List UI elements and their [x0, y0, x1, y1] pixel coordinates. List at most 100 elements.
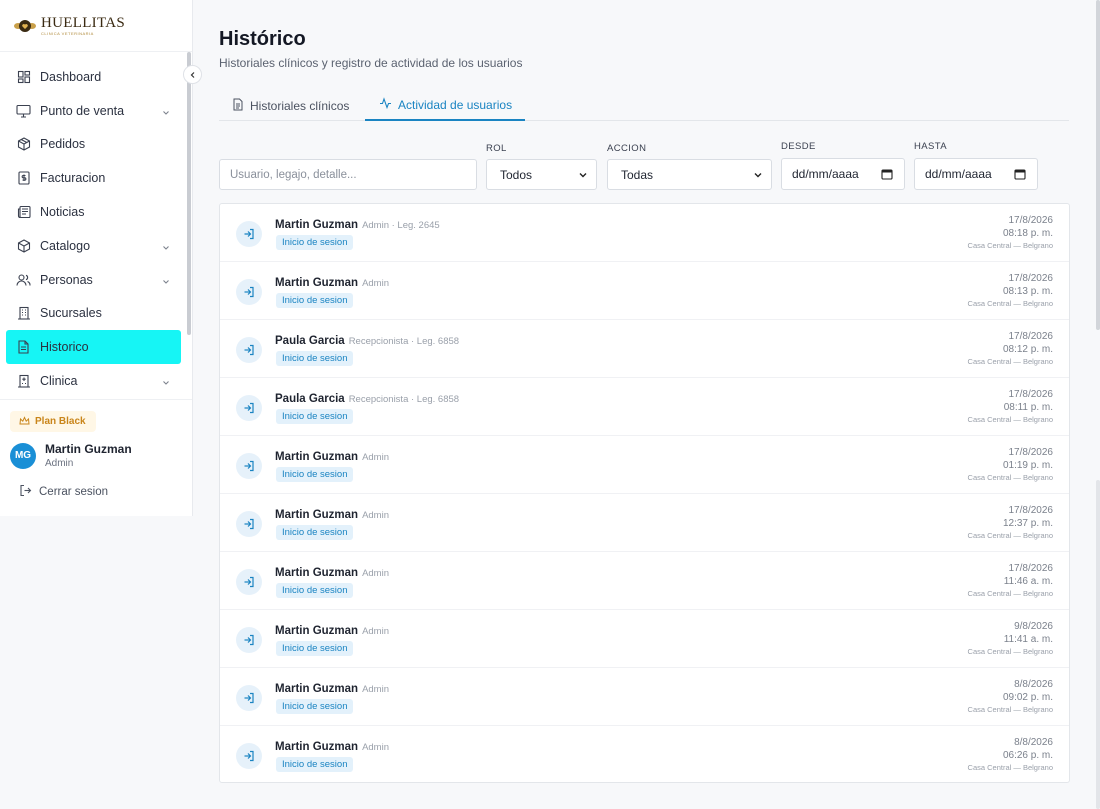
paw-logo-icon	[12, 15, 38, 37]
tab-historiales-clinicos[interactable]: Historiales clínicos	[232, 90, 349, 121]
list-item[interactable]: Martin Guzman Admin Inicio de sesion 17/8/2…	[220, 494, 1069, 552]
sidebar-item-personas[interactable]: Personas	[6, 263, 181, 297]
sidebar-item-label: Noticias	[40, 205, 85, 220]
chevron-down-icon	[579, 173, 587, 178]
list-item[interactable]: Martin Guzman Admin Inicio de sesion 8/8/20…	[220, 668, 1069, 726]
sidebar-item-sucursales[interactable]: Sucursales	[6, 297, 181, 331]
list-item[interactable]: Paula Garcia Recepcionista · Leg. 6858 Ini…	[220, 378, 1069, 436]
chevron-down-icon	[161, 274, 171, 292]
list-item[interactable]: Martin Guzman Admin Inicio de sesion 17/8/2…	[220, 262, 1069, 320]
activity-user-name: Martin Guzman	[275, 567, 359, 579]
sidebar-item-punto-de-venta[interactable]: Punto de venta	[6, 94, 181, 128]
sidebar-item-pedidos[interactable]: Pedidos	[6, 128, 181, 162]
desde-date-input[interactable]: dd/mm/aaaa	[781, 158, 905, 190]
document-icon	[232, 98, 244, 114]
box-icon	[16, 238, 31, 253]
sidebar-item-facturacion[interactable]: Facturacion	[6, 161, 181, 195]
page-scrollbar[interactable]	[1096, 0, 1100, 330]
activity-location: Casa Central — Belgrano	[967, 357, 1053, 366]
sidebar-item-label: Historico	[40, 340, 89, 355]
page-subtitle: Historiales clínicos y registro de activ…	[219, 56, 523, 70]
sidebar-item-label: Dashboard	[40, 69, 102, 84]
sidebar-item-catalogo[interactable]: Catalogo	[6, 229, 181, 263]
activity-date: 17/8/2026	[1008, 447, 1054, 458]
activity-location: Casa Central — Belgrano	[967, 241, 1053, 250]
building-icon	[16, 306, 31, 321]
action-badge: Inicio de sesion	[276, 583, 354, 598]
chevron-down-icon	[161, 375, 171, 393]
search-input[interactable]	[219, 159, 477, 190]
tabs: Historiales clínicos Actividad de usuari…	[219, 90, 1069, 121]
package-icon	[16, 137, 31, 152]
list-item[interactable]: Martin Guzman Admin · Leg. 2645 Inicio de …	[220, 204, 1069, 262]
login-icon	[236, 627, 262, 653]
sidebar-item-noticias[interactable]: Noticias	[6, 195, 181, 229]
logo-subtitle: CLINICA VETERINARIA	[41, 30, 94, 36]
receipt-icon	[16, 171, 31, 186]
activity-user-meta: Recepcionista · Leg. 6858	[348, 394, 460, 405]
activity-user-name: Martin Guzman	[275, 277, 359, 289]
action-badge: Inicio de sesion	[276, 409, 354, 424]
desde-value: dd/mm/aaaa	[792, 167, 859, 181]
activity-location: Casa Central — Belgrano	[967, 589, 1053, 598]
activity-time: 06:26 p. m.	[1002, 750, 1053, 761]
avatar: MG	[10, 442, 36, 469]
monitor-icon	[16, 103, 31, 118]
list-item[interactable]: Martin Guzman Admin Inicio de sesion 8/8/20…	[220, 726, 1069, 782]
hospital-icon	[16, 374, 31, 389]
activity-time: 01:19 p. m.	[1002, 460, 1053, 471]
list-item[interactable]: Martin Guzman Admin Inicio de sesion 17/8/2…	[220, 436, 1069, 494]
sidebar-item-dashboard[interactable]: Dashboard	[6, 60, 181, 94]
calendar-icon	[881, 169, 893, 180]
collapse-sidebar-button[interactable]	[183, 65, 202, 84]
dashboard-icon	[16, 69, 31, 84]
list-item[interactable]: Martin Guzman Admin Inicio de sesion 9/8/20…	[220, 610, 1069, 668]
plan-label: Plan Black	[35, 416, 86, 427]
list-item[interactable]: Paula Garcia Recepcionista · Leg. 6858 Ini…	[220, 320, 1069, 378]
activity-user-name: Martin Guzman	[275, 219, 359, 231]
chevron-left-icon	[190, 71, 194, 78]
activity-time: 12:37 p. m.	[1002, 518, 1053, 529]
sidebar-item-label: Facturacion	[40, 171, 106, 186]
user-profile[interactable]: MG Martin Guzman Admin	[10, 442, 132, 469]
action-badge: Inicio de sesion	[276, 235, 354, 250]
sidebar-item-clinica[interactable]: Clinica	[6, 364, 181, 398]
plan-badge: Plan Black	[10, 411, 96, 432]
activity-time: 11:41 a. m.	[1003, 634, 1053, 645]
sidebar-scrollbar[interactable]	[187, 52, 191, 335]
chevron-down-icon	[161, 240, 171, 258]
page-scrollbar-track	[1096, 480, 1100, 809]
activity-location: Casa Central — Belgrano	[967, 473, 1053, 482]
activity-time: 08:12 p. m.	[1002, 344, 1053, 355]
activity-location: Casa Central — Belgrano	[967, 705, 1053, 714]
tab-label: Historiales clínicos	[250, 98, 350, 113]
list-item[interactable]: Martin Guzman Admin Inicio de sesion 17/8/2…	[220, 552, 1069, 610]
activity-location: Casa Central — Belgrano	[967, 299, 1053, 308]
chevron-down-icon	[754, 173, 762, 178]
chevron-down-icon	[161, 105, 171, 123]
login-icon	[236, 569, 262, 595]
activity-user-meta: Admin	[362, 510, 389, 521]
hasta-value: dd/mm/aaaa	[925, 167, 992, 181]
action-badge: Inicio de sesion	[276, 641, 354, 656]
activity-location: Casa Central — Belgrano	[967, 647, 1053, 656]
action-badge: Inicio de sesion	[276, 757, 354, 772]
activity-date: 17/8/2026	[1008, 331, 1054, 342]
login-icon	[236, 685, 262, 711]
login-icon	[236, 337, 262, 363]
sidebar-divider	[0, 399, 192, 400]
hasta-date-input[interactable]: dd/mm/aaaa	[914, 158, 1038, 190]
activity-location: Casa Central — Belgrano	[967, 415, 1053, 424]
sidebar-item-historico[interactable]: Historico	[6, 330, 181, 365]
activity-location: Casa Central — Belgrano	[967, 763, 1053, 772]
logo[interactable]: HUELLITAS CLINICA VETERINARIA	[0, 0, 192, 52]
activity-user-meta: Admin	[362, 568, 389, 579]
activity-location: Casa Central — Belgrano	[967, 531, 1053, 540]
tab-actividad-usuarios[interactable]: Actividad de usuarios	[365, 90, 525, 121]
user-role: Admin	[45, 458, 74, 469]
activity-date: 17/8/2026	[1008, 563, 1054, 574]
accion-select[interactable]: Todas	[607, 159, 772, 190]
rol-select[interactable]: Todos	[486, 159, 597, 190]
logout-button[interactable]: Cerrar sesion	[19, 484, 108, 500]
login-icon	[236, 511, 262, 537]
